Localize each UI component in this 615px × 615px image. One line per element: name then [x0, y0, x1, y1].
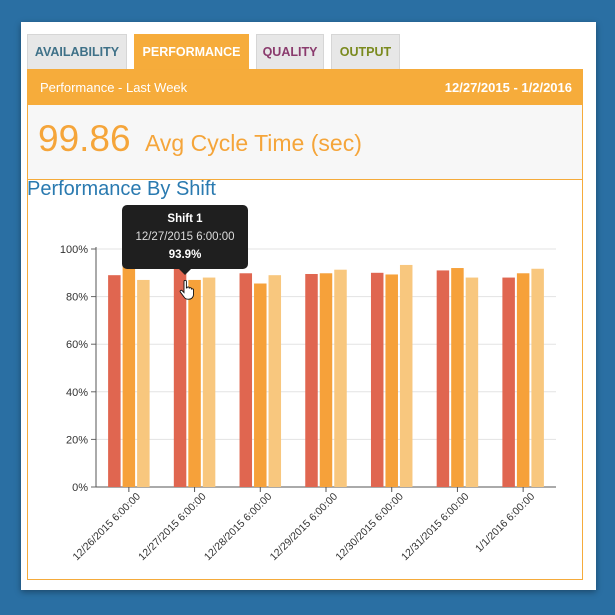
bar-shift1 [305, 273, 318, 487]
x-tick-label: 12/27/2015 6:00:00 [136, 491, 209, 564]
bar-shift2 [451, 268, 464, 487]
tooltip-series: Shift 1 [167, 213, 203, 225]
bar-shift3 [531, 268, 544, 487]
bar-shift3 [202, 277, 216, 487]
tooltip-arrow [179, 269, 191, 275]
y-tick-label: 100% [60, 244, 88, 256]
bar-shift3 [465, 277, 479, 487]
bar-shift3 [137, 279, 150, 487]
x-tick-label: 12/31/2015 6:00:00 [399, 491, 472, 564]
bar-shift1 [436, 270, 450, 487]
bar-shift2 [122, 265, 136, 487]
bar-shift2 [516, 273, 530, 487]
bar-shift1 [239, 273, 253, 487]
y-tick-label: 40% [66, 387, 88, 399]
bar-shift1 [502, 277, 515, 487]
bar-shift1 [370, 272, 384, 487]
hand-cursor-icon [179, 280, 194, 300]
x-tick-label: 12/29/2015 6:00:00 [268, 491, 341, 564]
y-tick-label: 0% [72, 482, 88, 494]
bar-shift2 [254, 283, 267, 487]
bar-shift2 [385, 274, 398, 487]
bar-shift3 [334, 269, 347, 487]
tooltip-value: 93.9% [168, 249, 202, 261]
y-tick-label: 80% [66, 292, 88, 304]
performance-bar-chart: 0%20%40%60%80%100%12/26/2015 6:00:0012/2… [60, 244, 556, 564]
x-tick-label: 12/28/2015 6:00:00 [202, 491, 275, 564]
bar-shift3 [399, 264, 413, 487]
chart-tooltip: Shift 1 12/27/2015 6:00:00 93.9% [122, 205, 248, 275]
x-tick-label: 1/1/2016 6:00:00 [473, 491, 537, 555]
x-tick-label: 12/30/2015 6:00:00 [333, 491, 406, 564]
tooltip-date: 12/27/2015 6:00:00 [135, 231, 235, 243]
y-tick-label: 60% [66, 339, 88, 351]
bar-shift2 [319, 273, 333, 487]
bar-shift1 [108, 275, 121, 487]
y-tick-label: 20% [66, 434, 88, 446]
x-tick-label: 12/26/2015 6:00:00 [70, 491, 143, 564]
bar-shift2 [188, 279, 201, 487]
bar-shift3 [268, 275, 282, 487]
